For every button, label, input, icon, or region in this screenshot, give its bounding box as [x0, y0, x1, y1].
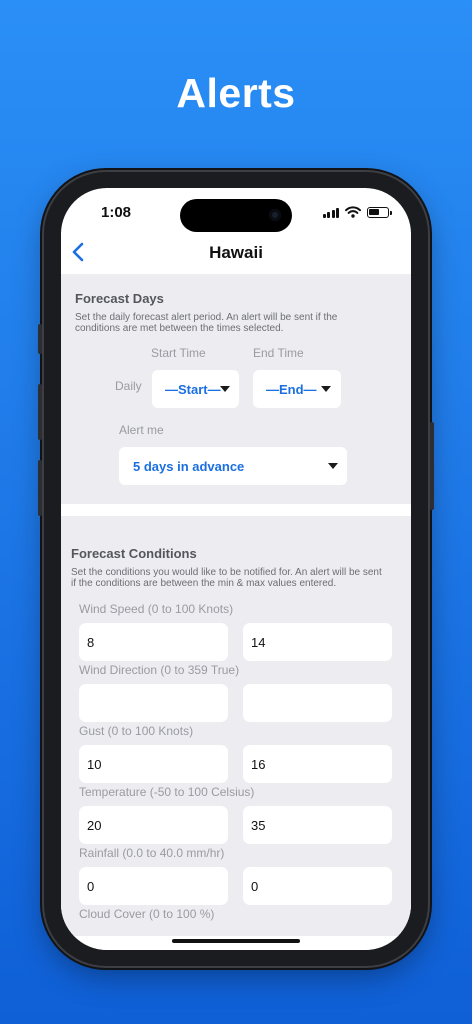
start-time-dropdown[interactable]: —Start— — [152, 370, 239, 408]
alert-me-value: 5 days in advance — [133, 458, 245, 474]
forecast-conditions-section: Forecast Conditions Set the conditions y… — [61, 516, 411, 936]
dynamic-island — [180, 199, 292, 232]
cellular-signal-icon — [322, 207, 339, 218]
phone-frame: 1:08 Hawaii Forecast Days Set the daily … — [38, 172, 434, 966]
home-indicator[interactable] — [172, 939, 300, 943]
status-icons — [322, 206, 392, 218]
wind-direction-max-input[interactable] — [243, 684, 392, 722]
wind-direction-min-input[interactable] — [79, 684, 228, 722]
wifi-icon — [345, 206, 361, 218]
alert-me-label: Alert me — [119, 423, 164, 437]
rainfall-label: Rainfall (0.0 to 40.0 mm/hr) — [79, 846, 225, 860]
alert-settings-content: Forecast Days Set the daily forecast ale… — [61, 274, 411, 950]
gust-min-input[interactable] — [79, 745, 228, 783]
forecast-days-section: Forecast Days Set the daily forecast ale… — [61, 274, 411, 504]
temperature-max-input[interactable] — [243, 806, 392, 844]
mute-switch — [38, 324, 42, 354]
volume-down-button — [38, 460, 42, 516]
forecast-conditions-title: Forecast Conditions — [71, 546, 197, 561]
gust-max-input[interactable] — [243, 745, 392, 783]
end-time-dropdown[interactable]: —End— — [253, 370, 341, 408]
end-time-value: —End— — [266, 381, 317, 397]
status-time: 1:08 — [101, 204, 132, 221]
wind-speed-max-input[interactable] — [243, 623, 392, 661]
forecast-days-title: Forecast Days — [75, 291, 164, 306]
temperature-label: Temperature (-50 to 100 Celsius) — [79, 785, 255, 799]
gust-label: Gust (0 to 100 Knots) — [79, 724, 194, 738]
daily-label: Daily — [115, 379, 142, 393]
chevron-down-icon — [321, 386, 331, 392]
power-button — [430, 422, 434, 510]
alert-me-dropdown[interactable]: 5 days in advance — [119, 447, 347, 485]
volume-up-button — [38, 384, 42, 440]
battery-icon — [367, 207, 392, 218]
forecast-days-description: Set the daily forecast alert period. An … — [75, 312, 338, 334]
rainfall-max-input[interactable] — [243, 867, 392, 905]
phone-screen: 1:08 Hawaii Forecast Days Set the daily … — [61, 188, 411, 950]
camera-icon — [269, 209, 281, 221]
wind-speed-label: Wind Speed (0 to 100 Knots) — [79, 602, 234, 616]
start-time-label: Start Time — [151, 346, 206, 360]
temperature-min-input[interactable] — [79, 806, 228, 844]
status-bar: 1:08 — [61, 188, 411, 232]
forecast-conditions-description: Set the conditions you would like to be … — [71, 567, 382, 589]
navigation-bar: Hawaii — [61, 232, 411, 274]
start-time-value: —Start— — [165, 381, 221, 397]
nav-title: Hawaii — [209, 243, 263, 262]
chevron-down-icon — [220, 386, 230, 392]
wind-direction-label: Wind Direction (0 to 359 True) — [79, 663, 240, 677]
end-time-label: End Time — [253, 346, 304, 360]
cloud-cover-label: Cloud Cover (0 to 100 %) — [79, 907, 215, 921]
chevron-down-icon — [328, 463, 338, 469]
wind-speed-min-input[interactable] — [79, 623, 228, 661]
rainfall-min-input[interactable] — [79, 867, 228, 905]
page-headline: Alerts — [176, 70, 296, 116]
